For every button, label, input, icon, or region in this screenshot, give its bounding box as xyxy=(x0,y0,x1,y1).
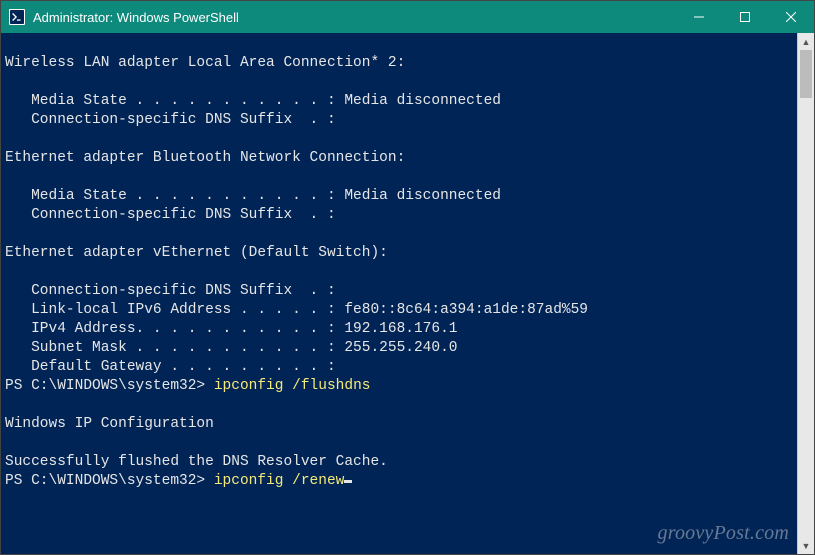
scrollbar[interactable]: ▲ ▼ xyxy=(797,33,814,554)
scroll-down-button[interactable]: ▼ xyxy=(798,537,814,554)
terminal-line: Subnet Mask . . . . . . . . . . . : 255.… xyxy=(5,339,793,358)
terminal-line: Default Gateway . . . . . . . . . : xyxy=(5,358,793,377)
terminal-line: Connection-specific DNS Suffix . : xyxy=(5,282,793,301)
terminal-line xyxy=(5,73,793,92)
terminal-line: Successfully flushed the DNS Resolver Ca… xyxy=(5,453,793,472)
terminal-line: Ethernet adapter vEthernet (Default Swit… xyxy=(5,244,793,263)
window-frame: Administrator: Windows PowerShell Wirele… xyxy=(0,0,815,555)
terminal-line: PS C:\WINDOWS\system32> ipconfig /renew xyxy=(5,472,793,491)
close-button[interactable] xyxy=(768,1,814,33)
prompt: PS C:\WINDOWS\system32> xyxy=(5,378,214,394)
scroll-up-button[interactable]: ▲ xyxy=(798,33,814,50)
powershell-icon xyxy=(9,9,25,25)
scroll-thumb[interactable] xyxy=(800,50,812,98)
minimize-button[interactable] xyxy=(676,1,722,33)
terminal-line xyxy=(5,396,793,415)
terminal-line xyxy=(5,35,793,54)
terminal-line: Media State . . . . . . . . . . . : Medi… xyxy=(5,187,793,206)
terminal-line: Connection-specific DNS Suffix . : xyxy=(5,206,793,225)
terminal-line: Media State . . . . . . . . . . . : Medi… xyxy=(5,92,793,111)
chevron-up-icon: ▲ xyxy=(802,37,811,47)
terminal-line: Wireless LAN adapter Local Area Connecti… xyxy=(5,54,793,73)
terminal-line xyxy=(5,130,793,149)
terminal-line: IPv4 Address. . . . . . . . . . . : 192.… xyxy=(5,320,793,339)
close-icon xyxy=(786,12,796,22)
terminal-area: Wireless LAN adapter Local Area Connecti… xyxy=(1,33,814,554)
terminal-line: Link-local IPv6 Address . . . . . : fe80… xyxy=(5,301,793,320)
terminal-line: Connection-specific DNS Suffix . : xyxy=(5,111,793,130)
command-text: ipconfig /flushdns xyxy=(214,378,371,394)
maximize-button[interactable] xyxy=(722,1,768,33)
window-title: Administrator: Windows PowerShell xyxy=(33,10,239,25)
terminal-line xyxy=(5,263,793,282)
terminal-line: PS C:\WINDOWS\system32> ipconfig /flushd… xyxy=(5,377,793,396)
cursor xyxy=(344,480,352,483)
command-text: ipconfig /renew xyxy=(214,473,345,489)
terminal-line xyxy=(5,434,793,453)
prompt: PS C:\WINDOWS\system32> xyxy=(5,473,214,489)
terminal-output[interactable]: Wireless LAN adapter Local Area Connecti… xyxy=(1,33,797,554)
chevron-down-icon: ▼ xyxy=(802,541,811,551)
scroll-track[interactable] xyxy=(798,50,814,537)
maximize-icon xyxy=(740,12,750,22)
terminal-line xyxy=(5,225,793,244)
terminal-line xyxy=(5,168,793,187)
terminal-line: Ethernet adapter Bluetooth Network Conne… xyxy=(5,149,793,168)
minimize-icon xyxy=(694,12,704,22)
titlebar[interactable]: Administrator: Windows PowerShell xyxy=(1,1,814,33)
terminal-line: Windows IP Configuration xyxy=(5,415,793,434)
